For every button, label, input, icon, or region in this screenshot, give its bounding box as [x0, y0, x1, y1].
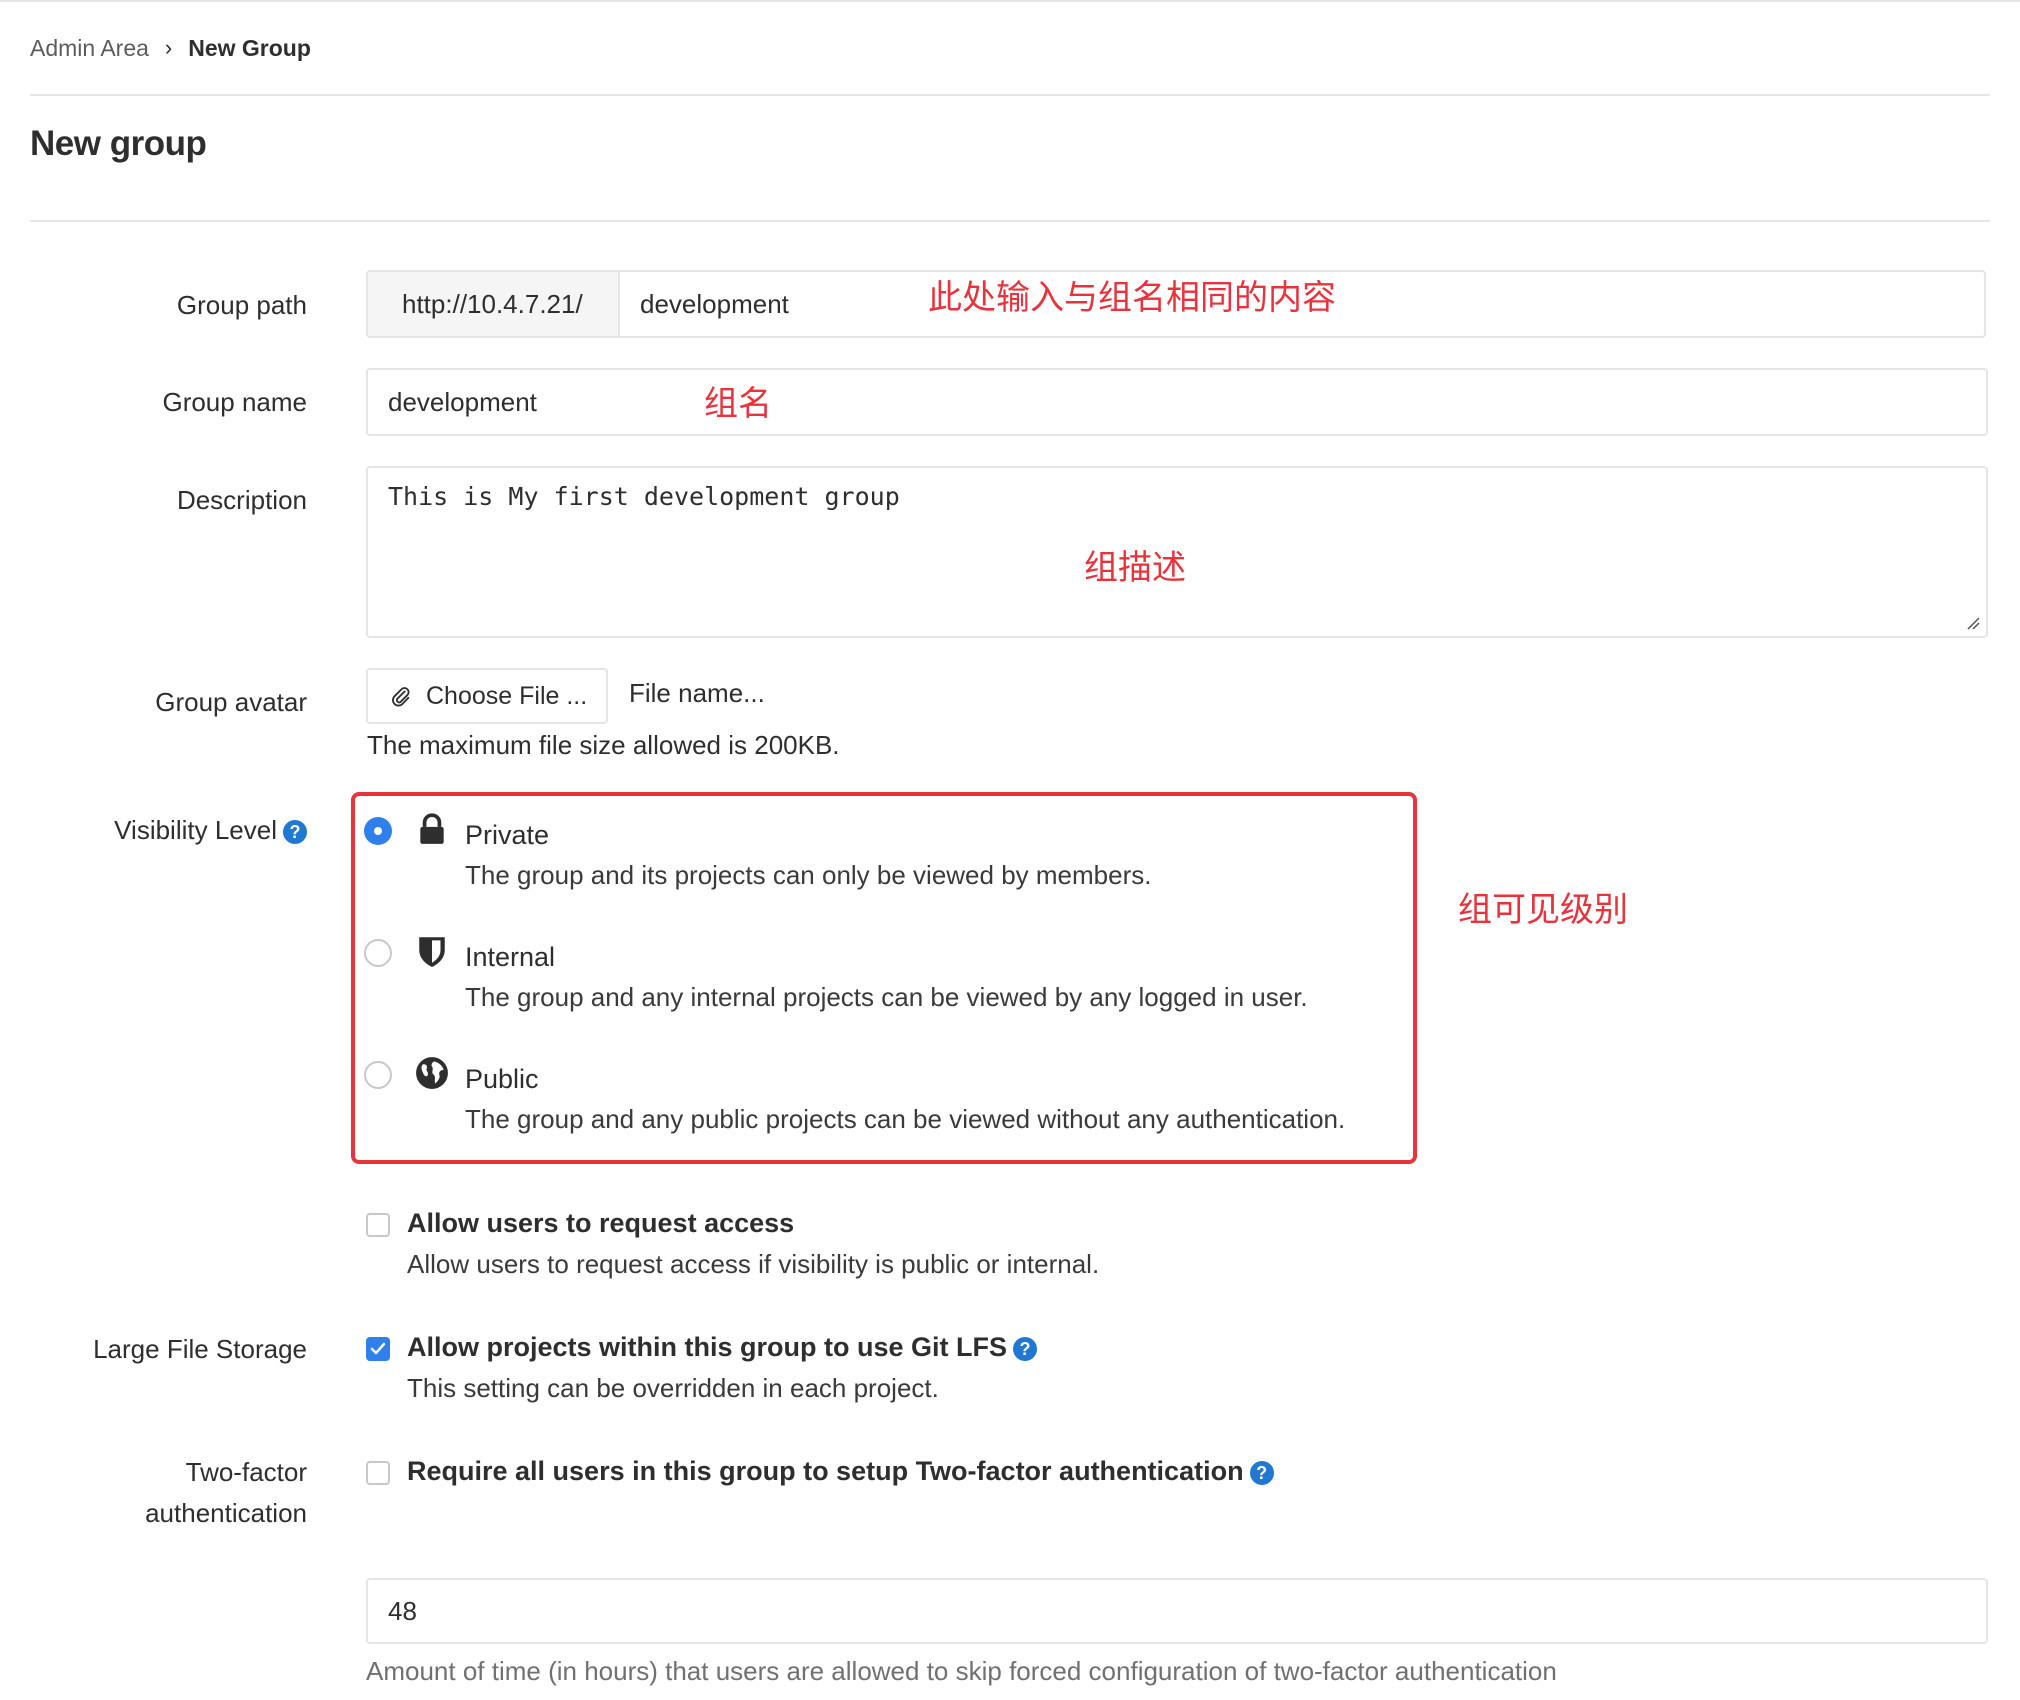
lfs-label: Large File Storage	[93, 1334, 307, 1364]
choose-file-button[interactable]: Choose File ...	[366, 668, 608, 724]
two-factor-checkbox[interactable]	[366, 1461, 390, 1485]
lock-icon	[420, 813, 444, 844]
chevron-right-icon: ›	[164, 35, 173, 60]
paperclip-icon	[392, 687, 410, 707]
description-value: This is My first development group	[388, 482, 900, 511]
group-path-value: development	[640, 288, 789, 319]
visibility-public-radio[interactable]	[364, 1061, 392, 1089]
request-access-checkbox[interactable]	[366, 1213, 390, 1237]
file-size-help: The maximum file size allowed is 200KB.	[367, 730, 840, 760]
lfs-description: This setting can be overridden in each p…	[407, 1373, 939, 1403]
breadcrumb-new-group[interactable]: New Group	[188, 35, 311, 62]
question-circle-icon[interactable]: ?	[1249, 1460, 1274, 1485]
visibility-private-title: Private	[465, 820, 550, 850]
lfs-checkbox[interactable]	[366, 1337, 390, 1361]
annotation-group-path: 此处输入与组名相同的内容	[928, 278, 1336, 318]
visibility-public-description: The group and any public projects can be…	[465, 1104, 1346, 1134]
group-name-value: development	[388, 386, 537, 417]
request-access-title: Allow users to request access	[407, 1208, 795, 1238]
two-factor-label: Two-factor authentication	[145, 1452, 307, 1534]
top-border	[0, 0, 2020, 2]
visibility-internal-title: Internal	[465, 942, 556, 972]
visibility-private-description: The group and its projects can only be v…	[465, 860, 1152, 890]
choose-file-label: Choose File ...	[426, 681, 588, 710]
lfs-title-row: Allow projects within this group to use …	[407, 1332, 1037, 1363]
grace-period-help: Amount of time (in hours) that users are…	[366, 1656, 1557, 1686]
divider	[30, 220, 1990, 222]
two-factor-title: Require all users in this group to setup…	[407, 1456, 1244, 1486]
grace-period-input[interactable]: 48	[366, 1578, 1988, 1644]
visibility-label-text: Visibility Level	[114, 815, 277, 845]
visibility-public-title: Public	[465, 1064, 539, 1094]
visibility-label: Visibility Level?	[114, 810, 307, 851]
checkmark-icon	[370, 1342, 386, 1355]
group-name-input[interactable]: development	[366, 368, 1988, 436]
annotation-visibility: 组可见级别	[1458, 890, 1628, 930]
shield-icon	[419, 937, 445, 967]
breadcrumb: Admin Area › New Group	[30, 28, 311, 68]
annotation-group-name: 组名	[704, 384, 772, 424]
group-avatar-label: Group avatar	[155, 687, 307, 717]
visibility-internal-radio[interactable]	[364, 939, 392, 967]
two-factor-title-row: Require all users in this group to setup…	[407, 1456, 1274, 1487]
description-label: Description	[176, 485, 307, 515]
lfs-title: Allow projects within this group to use …	[407, 1332, 1007, 1362]
question-circle-icon[interactable]: ?	[283, 820, 307, 845]
page-title: New group	[30, 124, 207, 163]
resize-handle-icon[interactable]	[1966, 616, 1980, 630]
two-factor-label-line1: Two-factor	[185, 1457, 307, 1487]
earth-icon	[416, 1057, 448, 1089]
annotation-description: 组描述	[1084, 548, 1186, 588]
two-factor-label-line2: authentication	[145, 1498, 307, 1528]
breadcrumb-admin-area[interactable]: Admin Area	[30, 35, 149, 62]
grace-period-value: 48	[388, 1595, 417, 1626]
visibility-internal-description: The group and any internal projects can …	[465, 982, 1308, 1012]
group-name-label: Group name	[162, 387, 307, 417]
group-path-prefix: http://10.4.7.21/	[366, 270, 620, 338]
request-access-description: Allow users to request access if visibil…	[407, 1249, 1100, 1279]
question-circle-icon[interactable]: ?	[1013, 1336, 1037, 1361]
divider	[30, 94, 1990, 96]
group-path-label: Group path	[176, 290, 307, 320]
visibility-private-radio[interactable]	[364, 817, 392, 845]
file-name-text: File name...	[629, 678, 765, 708]
